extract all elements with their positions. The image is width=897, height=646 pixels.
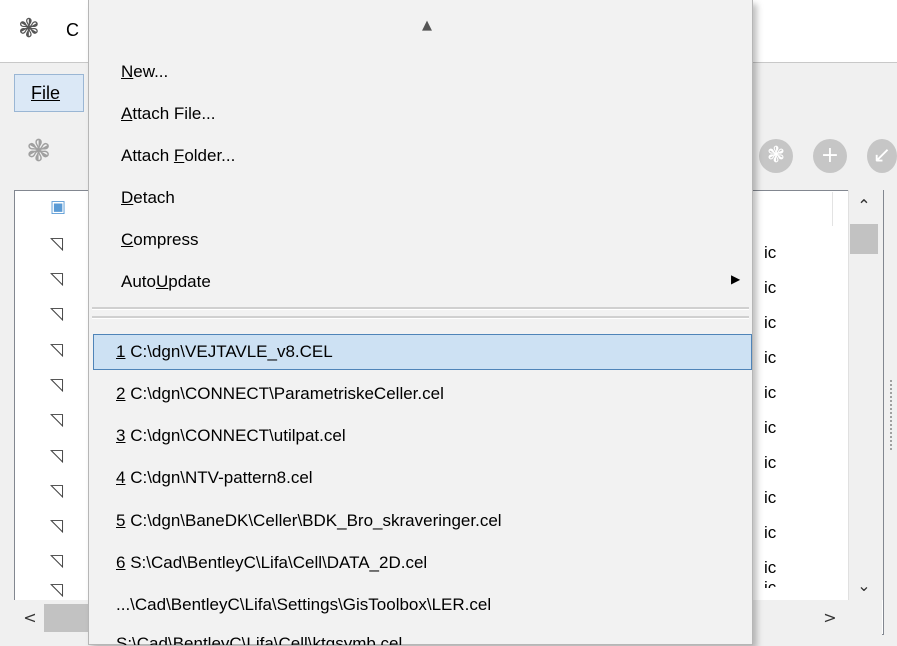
cell-icon: ◹ <box>50 580 64 600</box>
cell-icon: ◹ <box>50 551 64 571</box>
cell-icon: ◹ <box>50 304 64 324</box>
scroll-right-icon[interactable]: > <box>816 604 844 632</box>
vertical-scroll-thumb[interactable] <box>850 224 878 254</box>
row-type-text: ic <box>764 578 777 588</box>
place-cell-icon[interactable]: ❃ <box>759 139 793 173</box>
scroll-down-icon[interactable]: ⌄ <box>850 572 878 600</box>
cell-icon: ◹ <box>50 375 64 395</box>
row-type-text: ic <box>764 523 777 542</box>
recent-file-1[interactable]: 1 C:\dgn\VEJTAVLE_v8.CEL <box>116 342 333 362</box>
cell-icon: ◹ <box>50 269 64 289</box>
recent-file-2[interactable]: 2 C:\dgn\CONNECT\ParametriskeCeller.cel <box>116 384 444 404</box>
menu-separator <box>92 307 749 310</box>
cell-icon: ◹ <box>50 516 64 536</box>
row-type-text: ic <box>764 278 777 297</box>
crosshair-icon[interactable]: + <box>813 139 847 173</box>
recent-file-8[interactable]: S:\Cad\BentleyC\Lifa\Cell\ktgsymb.cel <box>116 634 402 645</box>
submenu-arrow-icon: ▶ <box>731 272 741 286</box>
resize-grip[interactable] <box>890 380 895 450</box>
recent-file-7[interactable]: ...\Cad\BentleyC\Lifa\Settings\GisToolbo… <box>116 595 491 615</box>
menu-item-detach[interactable]: Detach <box>121 188 175 208</box>
recent-file-4[interactable]: 4 C:\dgn\NTV-pattern8.cel <box>116 468 313 488</box>
menu-item-attach-folder[interactable]: Attach Folder... <box>121 146 235 166</box>
recent-file-6[interactable]: 6 S:\Cad\BentleyC\Lifa\Cell\DATA_2D.cel <box>116 553 427 573</box>
row-type-text: ic <box>764 243 777 262</box>
file-dropdown-menu <box>88 0 753 645</box>
row-type-text: ic <box>764 418 777 437</box>
recent-file-3[interactable]: 3 C:\dgn\CONNECT\utilpat.cel <box>116 426 346 446</box>
row-type-text: ic <box>764 488 777 507</box>
menu-item-new[interactable]: New... <box>121 62 168 82</box>
cell-icon: ◹ <box>50 410 64 430</box>
menu-scroll-up-icon[interactable]: ▲ <box>422 18 432 33</box>
cell-toolbar-icon[interactable]: ❃ <box>26 134 51 169</box>
row-type-text: ic <box>764 348 777 367</box>
row-type-text: ic <box>764 453 777 472</box>
cell-icon: ◹ <box>50 481 64 501</box>
file-menu-label: File <box>31 83 61 103</box>
row-type-text: ic <box>764 558 777 577</box>
menu-item-attach-file[interactable]: Attach File... <box>121 104 215 124</box>
recent-file-5[interactable]: 5 C:\dgn\BaneDK\Celler\BDK_Bro_skraverin… <box>116 511 502 531</box>
window-title: C <box>66 20 79 40</box>
cell-icon: ◹ <box>50 446 64 466</box>
cell-icon: ◹ <box>50 234 64 254</box>
horizontal-scroll-thumb[interactable] <box>44 604 88 632</box>
library-icon: ▣ <box>50 197 67 217</box>
file-menu[interactable]: File <box>14 74 84 112</box>
menu-item-autoupdate[interactable]: AutoUpdate <box>121 272 211 292</box>
row-type-text: ic <box>764 313 777 332</box>
app-icon: ❃ <box>18 14 40 44</box>
column-divider <box>832 192 833 226</box>
arrow-icon[interactable]: ↙ <box>867 139 897 173</box>
row-type-text: ic <box>764 383 777 402</box>
scroll-up-icon[interactable]: ⌃ <box>850 192 878 220</box>
menu-separator <box>92 316 749 319</box>
scroll-left-icon[interactable]: < <box>16 604 44 632</box>
menu-item-compress[interactable]: Compress <box>121 230 198 250</box>
cell-icon: ◹ <box>50 340 64 360</box>
